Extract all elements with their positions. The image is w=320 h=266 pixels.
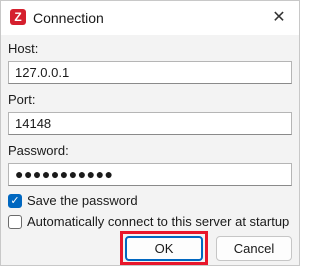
- port-field[interactable]: 14148: [8, 112, 292, 135]
- port-label: Port:: [8, 92, 36, 107]
- dialog-title: Connection: [33, 10, 104, 26]
- host-label: Host:: [8, 41, 39, 56]
- close-icon[interactable]: ✕: [265, 4, 293, 32]
- password-field[interactable]: ●●●●●●●●●●●: [8, 163, 292, 186]
- title-bar: Z Connection ✕: [1, 1, 299, 35]
- filezilla-server-icon: Z: [10, 9, 26, 25]
- connection-dialog: Z Connection ✕ Host: 127.0.0.1 Port: 141…: [0, 0, 300, 266]
- auto-connect-label: Automatically connect to this server at …: [27, 214, 290, 229]
- save-password-checkbox[interactable]: ✓: [8, 194, 22, 208]
- cancel-button[interactable]: Cancel: [216, 236, 292, 261]
- save-password-label: Save the password: [27, 193, 138, 208]
- ok-button-highlight-box: [120, 231, 208, 265]
- host-field[interactable]: 127.0.0.1: [8, 61, 292, 84]
- auto-connect-checkbox[interactable]: [8, 215, 22, 229]
- password-label: Password:: [8, 143, 69, 158]
